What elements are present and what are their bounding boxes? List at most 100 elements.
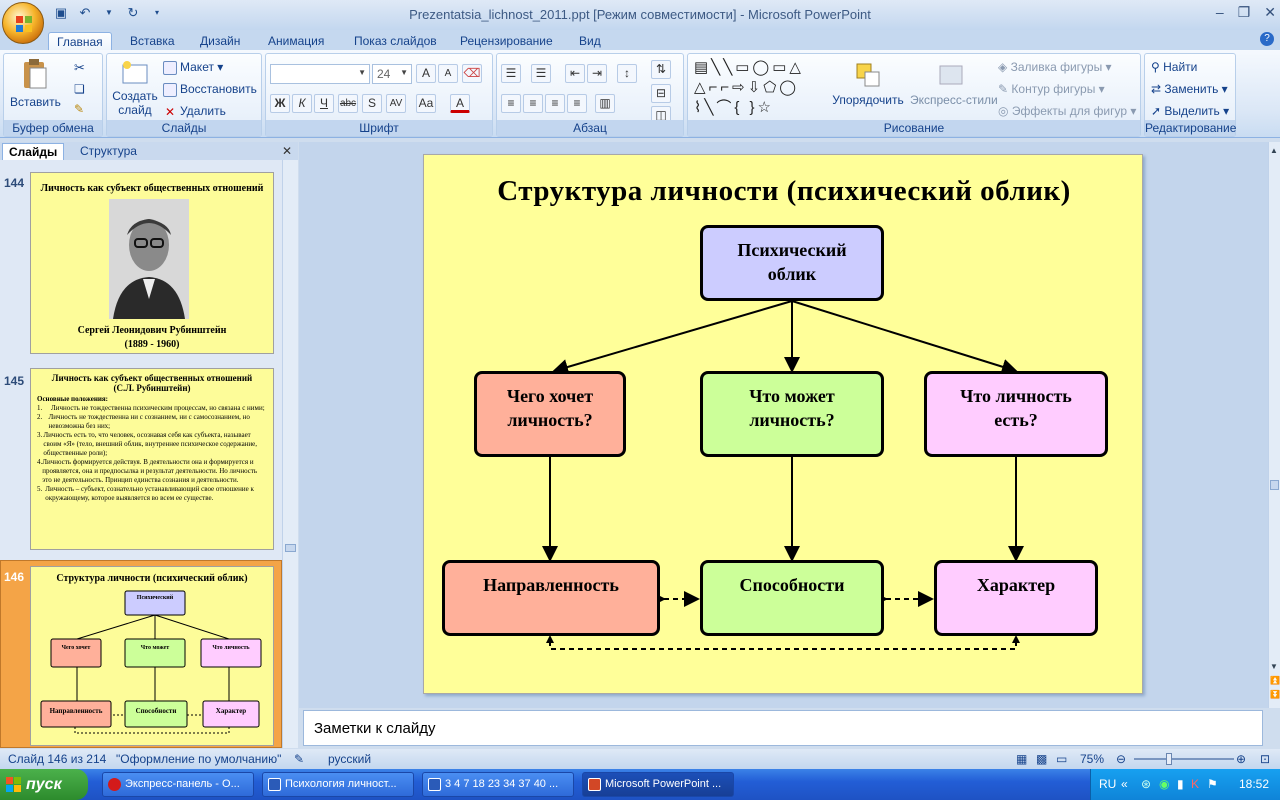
replace-button[interactable]: ⇄ Заменить ▾ bbox=[1151, 82, 1228, 96]
current-slide[interactable]: Структура личности (психический облик) П… bbox=[423, 154, 1143, 694]
quick-styles-button[interactable]: Экспресс-стили bbox=[910, 60, 998, 107]
zoom-out-icon[interactable]: ⊖ bbox=[1116, 752, 1126, 766]
delete-slide-button[interactable]: ✕ Удалить bbox=[163, 104, 226, 119]
task-word-1[interactable]: Психология личност... bbox=[262, 772, 414, 797]
slide-thumbnail-145[interactable]: Личность как субъект общественных отноше… bbox=[30, 368, 274, 550]
flag-icon[interactable]: ⚑ bbox=[1207, 777, 1218, 791]
node-psychic-image[interactable]: Психический облик bbox=[700, 225, 884, 301]
panel-scroll-thumb[interactable] bbox=[285, 544, 296, 552]
node-abilities[interactable]: Способности bbox=[700, 560, 884, 636]
node-what-can[interactable]: Что может личность? bbox=[700, 371, 884, 457]
task-word-2[interactable]: 3 4 7 18 23 34 37 40 ... bbox=[422, 772, 574, 797]
select-button[interactable]: ➚ Выделить ▾ bbox=[1151, 104, 1229, 118]
tray-expand-icon[interactable]: « bbox=[1121, 777, 1128, 791]
align-text-icon[interactable]: ⊟ bbox=[651, 84, 671, 103]
shape-effects-button[interactable]: ◎ Эффекты для фигур ▾ bbox=[998, 104, 1136, 118]
node-what-is[interactable]: Что личность есть? bbox=[924, 371, 1108, 457]
slide-thumbnail-146[interactable]: Структура личности (психический облик) П… bbox=[30, 566, 274, 746]
shadow-icon[interactable]: S bbox=[362, 94, 382, 113]
columns-icon[interactable]: ▥ bbox=[595, 94, 615, 113]
help-icon[interactable]: ? bbox=[1260, 32, 1274, 46]
close-icon[interactable]: ✕ bbox=[1264, 4, 1276, 21]
start-button[interactable]: пуск bbox=[0, 769, 88, 800]
tab-slides[interactable]: Слайды bbox=[2, 143, 65, 160]
numbering-icon[interactable]: ☰ bbox=[531, 64, 551, 83]
underline-icon[interactable]: Ч bbox=[314, 94, 334, 113]
normal-view-icon[interactable]: ▦ bbox=[1016, 752, 1027, 766]
signal-icon[interactable]: ▮ bbox=[1177, 777, 1184, 791]
minimize-icon[interactable]: – bbox=[1216, 4, 1224, 21]
restore-icon[interactable]: ❐ bbox=[1238, 4, 1251, 21]
zoom-in-icon[interactable]: ⊕ bbox=[1236, 752, 1246, 766]
notes-pane[interactable]: Заметки к слайду bbox=[303, 710, 1263, 746]
scroll-up-icon[interactable]: ▲ bbox=[1270, 146, 1278, 155]
reset-button[interactable]: Восстановить bbox=[163, 82, 257, 97]
zoom-slider-handle[interactable] bbox=[1166, 753, 1172, 765]
cut-icon[interactable]: ✂ bbox=[74, 60, 85, 76]
font-name-input[interactable]: ▼ bbox=[270, 64, 370, 84]
node-what-wants[interactable]: Чего хочет личность? bbox=[474, 371, 626, 457]
antivirus-icon[interactable]: K bbox=[1191, 777, 1199, 791]
network-icon[interactable]: ⊛ bbox=[1141, 777, 1151, 791]
shape-fill-button[interactable]: ◈ Заливка фигуры ▾ bbox=[998, 60, 1112, 74]
tab-slideshow[interactable]: Показ слайдов bbox=[346, 32, 445, 50]
align-right-icon[interactable]: ≡ bbox=[545, 94, 565, 113]
bullets-icon[interactable]: ☰ bbox=[501, 64, 521, 83]
spellcheck-icon[interactable]: ✎ bbox=[294, 752, 304, 766]
clear-format-icon[interactable]: ⌫ bbox=[462, 64, 482, 83]
zoom-level[interactable]: 75% bbox=[1080, 752, 1104, 766]
editor-scrollbar[interactable]: ▲ ▼ ⏫ ⏬ bbox=[1268, 142, 1280, 708]
tab-view[interactable]: Вид bbox=[571, 32, 609, 50]
tab-animation[interactable]: Анимация bbox=[260, 32, 332, 50]
new-slide-button[interactable]: Создать слайд bbox=[111, 60, 159, 117]
italic-icon[interactable]: К bbox=[292, 94, 312, 113]
shrink-font-icon[interactable]: A bbox=[438, 64, 458, 83]
slide-thumbnail-144[interactable]: Личность как субъект общественных отноше… bbox=[30, 172, 274, 354]
case-icon[interactable]: Aa bbox=[416, 94, 436, 113]
spacing-icon[interactable]: AV bbox=[386, 94, 406, 113]
justify-icon[interactable]: ≡ bbox=[567, 94, 587, 113]
task-opera[interactable]: Экспресс-панель - О... bbox=[102, 772, 254, 797]
increase-indent-icon[interactable]: ⇥ bbox=[587, 64, 607, 83]
grow-font-icon[interactable]: A bbox=[416, 64, 436, 83]
close-icon[interactable]: ✕ bbox=[282, 144, 292, 158]
input-language[interactable]: RU bbox=[1099, 777, 1116, 791]
format-painter-icon[interactable]: ✎ bbox=[74, 102, 84, 116]
decrease-indent-icon[interactable]: ⇤ bbox=[565, 64, 585, 83]
theme-name[interactable]: "Оформление по умолчанию" bbox=[116, 752, 281, 766]
prev-slide-icon[interactable]: ⏫ bbox=[1270, 676, 1280, 685]
task-powerpoint[interactable]: Microsoft PowerPoint ... bbox=[582, 772, 734, 797]
sorter-view-icon[interactable]: ▩ bbox=[1036, 752, 1047, 766]
find-button[interactable]: ⚲ Найти bbox=[1151, 60, 1197, 74]
shapes-gallery[interactable]: ▤╲╲▭◯▭△ △⌐⌐⇨⇩⬠◯ ⌇╲⌒{ }☆ bbox=[694, 58, 822, 118]
strikethrough-icon[interactable]: abc bbox=[338, 94, 358, 113]
align-center-icon[interactable]: ≡ bbox=[523, 94, 543, 113]
tab-outline[interactable]: Структура bbox=[74, 143, 143, 160]
layout-button[interactable]: Макет ▾ bbox=[163, 60, 223, 75]
tab-insert[interactable]: Вставка bbox=[122, 32, 183, 50]
align-left-icon[interactable]: ≡ bbox=[501, 94, 521, 113]
bold-icon[interactable]: Ж bbox=[270, 94, 290, 113]
tab-design[interactable]: Дизайн bbox=[192, 32, 248, 50]
office-button[interactable] bbox=[2, 2, 44, 44]
font-color-icon[interactable]: A bbox=[450, 94, 470, 113]
copy-icon[interactable]: ❏ bbox=[74, 82, 85, 96]
next-slide-icon[interactable]: ⏬ bbox=[1270, 690, 1280, 699]
panel-scrollbar[interactable] bbox=[282, 160, 298, 748]
fit-window-icon[interactable]: ⊡ bbox=[1260, 752, 1270, 766]
editor-scroll-thumb[interactable] bbox=[1270, 480, 1279, 490]
slideshow-view-icon[interactable]: ▭ bbox=[1056, 752, 1067, 766]
font-size-input[interactable]: 24 ▼ bbox=[372, 64, 412, 84]
node-character[interactable]: Характер bbox=[934, 560, 1098, 636]
zoom-slider[interactable] bbox=[1134, 758, 1234, 760]
line-spacing-icon[interactable]: ↕ bbox=[617, 64, 637, 83]
node-orientation[interactable]: Направленность bbox=[442, 560, 660, 636]
skype-icon[interactable]: ◉ bbox=[1159, 777, 1169, 791]
paste-button[interactable]: Вставить bbox=[10, 58, 61, 109]
scroll-down-icon[interactable]: ▼ bbox=[1270, 662, 1278, 671]
language[interactable]: русский bbox=[328, 752, 371, 766]
arrange-button[interactable]: Упорядочить bbox=[830, 60, 906, 107]
text-direction-icon[interactable]: ⇅ bbox=[651, 60, 671, 79]
tab-review[interactable]: Рецензирование bbox=[452, 32, 561, 50]
tab-home[interactable]: Главная bbox=[48, 32, 112, 50]
